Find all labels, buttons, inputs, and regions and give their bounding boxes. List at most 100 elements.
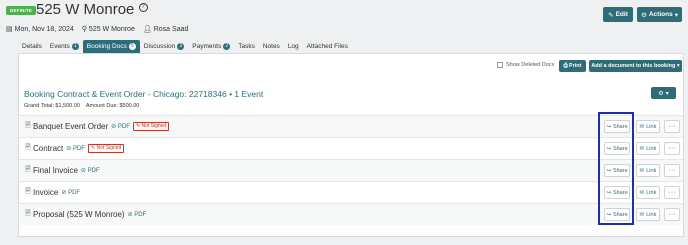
file-icon: 🗎︎ bbox=[25, 166, 31, 173]
document-title: Invoice ⊘ PDF bbox=[33, 188, 80, 197]
more-options-button[interactable]: ··· bbox=[664, 186, 680, 199]
paperclip-icon: ⊘ bbox=[127, 212, 133, 218]
document-name[interactable]: Contract bbox=[33, 144, 63, 153]
print-label: Print bbox=[568, 63, 582, 69]
envelope-icon: ✉ bbox=[639, 145, 645, 152]
tab-label: Payments bbox=[192, 43, 222, 50]
share-icon: ↪ bbox=[606, 167, 611, 174]
paperclip-icon: ⊘ bbox=[66, 146, 72, 152]
tab-label: Attached Files bbox=[306, 43, 348, 50]
show-deleted-checkbox[interactable] bbox=[497, 62, 503, 68]
document-row: 🗎︎ Final Invoice ⊘ PDF ↪ Share ✉ Link ··· bbox=[19, 159, 683, 181]
tab-payments[interactable]: Payments 2 bbox=[188, 40, 234, 53]
file-icon: 🗎︎ bbox=[25, 144, 31, 151]
pdf-link[interactable]: ⊘ PDF bbox=[81, 167, 100, 174]
link-button[interactable]: ✉ Link bbox=[636, 120, 660, 133]
pdf-link[interactable]: ⊘ PDF bbox=[61, 189, 80, 196]
share-icon: ↪ bbox=[606, 189, 611, 196]
more-options-button[interactable]: ··· bbox=[664, 142, 680, 155]
share-button[interactable]: ↪ Share bbox=[604, 208, 630, 221]
page-title: 525 W Monroe ? bbox=[36, 1, 148, 18]
tab-attached-files[interactable]: Attached Files bbox=[303, 40, 352, 53]
pdf-link[interactable]: ⊘ PDF bbox=[111, 123, 130, 130]
show-deleted-toggle[interactable]: Show Deleted Docs bbox=[497, 62, 554, 68]
print-button[interactable]: ⎙ Print bbox=[559, 60, 586, 72]
not-signed-label: Not Signed bbox=[141, 123, 167, 129]
tab-log[interactable]: Log bbox=[284, 40, 303, 53]
document-name[interactable]: Banquet Event Order bbox=[33, 122, 108, 131]
tab-booking-docs[interactable]: Booking Docs 5 bbox=[82, 40, 140, 53]
pdf-label: PDF bbox=[134, 212, 147, 218]
envelope-icon: ✉ bbox=[639, 189, 645, 196]
tab-count-badge: 5 bbox=[128, 43, 136, 50]
contract-title[interactable]: Booking Contract & Event Order - Chicago… bbox=[24, 89, 263, 99]
share-icon: ↪ bbox=[606, 211, 611, 218]
tab-label: Details bbox=[22, 43, 42, 50]
actions-button[interactable]: ⚙ Actions ▾ bbox=[637, 7, 682, 22]
edit-button[interactable]: ✎ Edit bbox=[603, 7, 633, 22]
document-name[interactable]: Proposal (525 W Monroe) bbox=[33, 210, 125, 219]
tab-tasks[interactable]: Tasks bbox=[234, 40, 259, 53]
page-title-text: 525 W Monroe bbox=[36, 1, 135, 18]
help-icon[interactable]: ? bbox=[138, 3, 148, 12]
location-text: 525 W Monroe bbox=[88, 26, 135, 33]
ellipsis-icon: ··· bbox=[668, 167, 676, 174]
map-marker-icon: ⚲ bbox=[81, 26, 87, 33]
tab-count-badge: 3 bbox=[177, 43, 185, 50]
share-button[interactable]: ↪ Share bbox=[604, 120, 630, 133]
link-label: Link bbox=[646, 123, 657, 130]
date-item: ▤ Mon, Nov 18, 2024 bbox=[6, 25, 74, 33]
show-deleted-label: Show Deleted Docs bbox=[506, 62, 555, 68]
pencil-icon: ✎ bbox=[90, 145, 96, 151]
document-row: 🗎︎ Proposal (525 W Monroe) ⊘ PDF ↪ Share ✉ Lin… bbox=[19, 203, 683, 225]
more-options-button[interactable]: ··· bbox=[664, 208, 680, 221]
gear-icon: ⚙ bbox=[641, 11, 647, 19]
share-button[interactable]: ↪ Share bbox=[604, 164, 630, 177]
actions-label: Actions bbox=[648, 11, 673, 18]
tab-label: Notes bbox=[262, 43, 280, 50]
envelope-icon: ✉ bbox=[639, 123, 645, 130]
paperclip-icon: ⊘ bbox=[61, 190, 67, 196]
contract-settings-button[interactable]: ⚙ ▾ bbox=[651, 87, 676, 99]
document-name[interactable]: Invoice bbox=[33, 188, 58, 197]
tab-count-badge: 1 bbox=[71, 43, 79, 50]
pdf-link[interactable]: ⊘ PDF bbox=[128, 211, 147, 218]
not-signed-badge: ✎ Not Signed bbox=[132, 122, 170, 131]
link-button[interactable]: ✉ Link bbox=[636, 208, 660, 221]
more-options-button[interactable]: ··· bbox=[664, 164, 680, 177]
share-icon: ↪ bbox=[606, 123, 611, 130]
link-label: Link bbox=[646, 167, 657, 174]
location-item: ⚲ 525 W Monroe bbox=[82, 25, 135, 33]
add-document-label: Add a document to this booking bbox=[591, 63, 676, 69]
share-button[interactable]: ↪ Share bbox=[604, 186, 630, 199]
caret-down-icon: ▾ bbox=[674, 11, 678, 19]
tab-notes[interactable]: Notes bbox=[259, 40, 284, 53]
link-label: Link bbox=[646, 189, 657, 196]
add-document-button[interactable]: Add a document to this booking ▾ bbox=[589, 60, 682, 72]
pencil-icon: ✎ bbox=[135, 123, 141, 129]
calendar-icon: ▤ bbox=[6, 26, 13, 33]
document-name[interactable]: Final Invoice bbox=[33, 166, 78, 175]
link-button[interactable]: ✉ Link bbox=[636, 164, 660, 177]
tab-discussion[interactable]: Discussion 3 bbox=[140, 40, 188, 53]
link-button[interactable]: ✉ Link bbox=[636, 142, 660, 155]
ellipsis-icon: ··· bbox=[668, 123, 676, 130]
tab-details[interactable]: Details bbox=[18, 40, 46, 53]
share-label: Share bbox=[612, 167, 628, 174]
file-icon: 🗎︎ bbox=[25, 188, 31, 195]
envelope-icon: ✉ bbox=[639, 211, 645, 218]
share-icon: ↪ bbox=[606, 145, 611, 152]
pdf-link[interactable]: ⊘ PDF bbox=[66, 145, 85, 152]
date-text: Mon, Nov 18, 2024 bbox=[14, 26, 74, 33]
more-options-button[interactable]: ··· bbox=[664, 120, 680, 133]
document-row: 🗎︎ Contract ⊘ PDF ✎ Not Signed ↪ Share ✉ Link ··… bbox=[19, 137, 683, 159]
tab-count-badge: 2 bbox=[223, 43, 231, 50]
ellipsis-icon: ··· bbox=[668, 145, 676, 152]
file-icon: 🗎︎ bbox=[25, 210, 31, 217]
link-button[interactable]: ✉ Link bbox=[636, 186, 660, 199]
amount-due: Amount Due: $500.00 bbox=[85, 103, 140, 109]
booking-meta: ▤ Mon, Nov 18, 2024 ⚲ 525 W Monroe 👤︎ Rosa … bbox=[6, 25, 188, 33]
document-title: Final Invoice ⊘ PDF bbox=[33, 166, 100, 175]
tab-events[interactable]: Events 1 bbox=[46, 40, 83, 53]
share-button[interactable]: ↪ Share bbox=[604, 142, 630, 155]
